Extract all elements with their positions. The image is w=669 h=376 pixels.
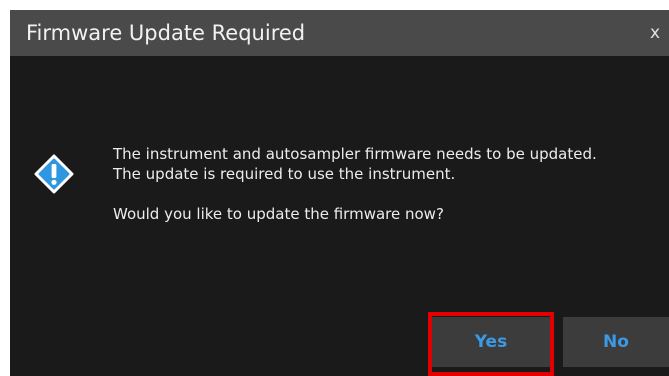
dialog-titlebar: Firmware Update Required x <box>10 10 669 56</box>
message-line-3: Would you like to update the firmware no… <box>113 205 444 223</box>
message-line-2: The update is required to use the instru… <box>113 165 456 183</box>
no-button[interactable]: No <box>563 317 669 367</box>
firmware-update-dialog: Firmware Update Required x The instrumen… <box>10 10 669 376</box>
dialog-title: Firmware Update Required <box>26 21 306 45</box>
close-button[interactable]: x <box>647 22 663 44</box>
warning-exclamation-icon <box>34 154 74 194</box>
yes-button[interactable]: Yes <box>432 317 550 367</box>
dialog-message: The instrument and autosampler firmware … <box>113 144 658 224</box>
message-line-1: The instrument and autosampler firmware … <box>113 145 597 163</box>
